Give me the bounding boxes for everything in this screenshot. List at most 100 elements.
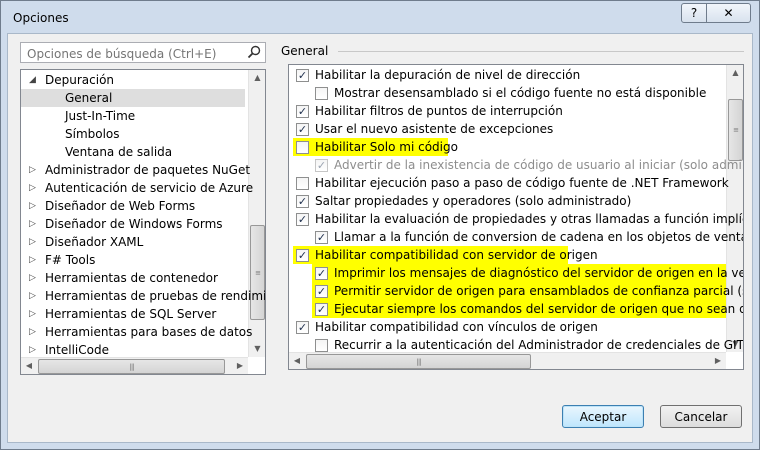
scroll-up-arrow-icon[interactable]: ▲ xyxy=(727,65,743,81)
checkbox-checked[interactable]: ✓ xyxy=(296,213,309,226)
collapsed-arrow-icon[interactable]: ▷ xyxy=(29,179,36,197)
options-vertical-scroll-thumb[interactable]: ≡ xyxy=(728,99,743,161)
search-input[interactable] xyxy=(25,44,239,63)
option-label: Habilitar compatibilidad con servidor de… xyxy=(315,248,598,262)
options-horizontal-scrollbar[interactable]: ◀ ||| ▶ xyxy=(289,352,726,369)
checkbox-unchecked[interactable] xyxy=(296,177,309,190)
checkbox-checked[interactable]: ✓ xyxy=(315,267,328,280)
help-button[interactable]: ? xyxy=(681,3,707,23)
cancel-button[interactable]: Cancelar xyxy=(660,405,742,428)
tree-item[interactable]: ▷ Administrador de paquetes NuGet xyxy=(21,161,250,179)
tree-item[interactable]: ◢ Depuración xyxy=(21,71,245,89)
checkbox-checked[interactable]: ✓ xyxy=(296,321,309,334)
tree-vertical-scrollbar[interactable]: ▲ ≡ ▼ xyxy=(248,70,265,357)
options-horizontal-scroll-thumb[interactable]: ||| xyxy=(306,354,531,369)
checkbox-checked[interactable]: ✓ xyxy=(296,249,309,262)
scroll-right-arrow-icon[interactable]: ▶ xyxy=(232,358,248,374)
search-box[interactable] xyxy=(20,42,266,63)
tree-item[interactable]: Just-In-Time xyxy=(21,107,245,125)
option-label: Llamar a la función de conversion de cad… xyxy=(334,230,744,244)
collapsed-arrow-icon[interactable]: ▷ xyxy=(29,305,36,323)
option-label: Advertir de la inexistencia de código de… xyxy=(334,158,744,172)
tree-item-label: Diseñador XAML xyxy=(45,235,144,249)
tree-item-label: F# Tools xyxy=(45,253,96,267)
tree-item-label: Diseñador de Web Forms xyxy=(45,199,196,213)
tree-item[interactable]: ▷ Herramientas de SQL Server xyxy=(21,305,245,323)
option-label: Habilitar ejecución paso a paso de códig… xyxy=(315,176,729,190)
tree-item-label: Herramientas de pruebas de rendimie xyxy=(45,289,266,303)
tree-item[interactable]: ▷ Herramientas de pruebas de rendimie xyxy=(21,287,265,305)
option-label: Saltar propiedades y operadores (solo ad… xyxy=(315,194,632,208)
checkbox-checked[interactable]: ✓ xyxy=(315,285,328,298)
tree-horizontal-scrollbar[interactable]: ◀ ||| ▶ xyxy=(21,357,248,374)
tree-item-label: Herramientas para bases de datos xyxy=(45,325,253,339)
tree-item[interactable]: ▷ IntelliCode xyxy=(21,341,245,359)
options-panel[interactable]: ▲ ≡ ▼ ◀ ||| ▶ ✓ Habilitar la depuración d… xyxy=(288,64,744,370)
option-label: Ejecutar siempre los comandos del servid… xyxy=(334,302,744,316)
checkbox-checked[interactable]: ✓ xyxy=(296,195,309,208)
close-button[interactable]: ✕ xyxy=(706,3,751,23)
scroll-up-arrow-icon[interactable]: ▲ xyxy=(249,70,265,86)
tree-item[interactable]: General xyxy=(21,89,245,107)
scroll-left-arrow-icon[interactable]: ◀ xyxy=(21,358,37,374)
option-label: Mostrar desensamblado si el código fuent… xyxy=(334,86,707,100)
tree-item-label: IntelliCode xyxy=(45,343,109,357)
scroll-right-arrow-icon[interactable]: ▶ xyxy=(710,353,726,369)
tree-item-label: General xyxy=(65,91,113,105)
tree-item[interactable]: ▷ Autenticación de servicio de Azure xyxy=(21,179,253,197)
collapsed-arrow-icon[interactable]: ▷ xyxy=(29,251,36,269)
checkbox-unchecked[interactable] xyxy=(315,339,328,352)
collapsed-arrow-icon[interactable]: ▷ xyxy=(29,233,36,251)
tree-item[interactable]: Símbolos xyxy=(21,125,245,143)
collapsed-arrow-icon[interactable]: ▷ xyxy=(29,341,36,359)
checkbox-checked[interactable]: ✓ xyxy=(296,69,309,82)
tree-horizontal-scroll-thumb[interactable]: ||| xyxy=(38,359,225,374)
checkbox-checked[interactable]: ✓ xyxy=(315,231,328,244)
option-label: Permitir servidor de origen para ensambl… xyxy=(334,284,744,298)
tree-item[interactable]: ▷ Herramientas para bases de datos xyxy=(21,323,252,341)
collapsed-arrow-icon[interactable]: ▷ xyxy=(29,287,36,305)
checkbox-checked[interactable]: ✓ xyxy=(315,303,328,316)
expanded-arrow-icon[interactable]: ◢ xyxy=(29,71,36,89)
checkbox-checked[interactable]: ✓ xyxy=(296,123,309,136)
option-label: Habilitar la evaluación de propiedades y… xyxy=(315,212,744,226)
section-divider xyxy=(338,51,744,52)
tree-vertical-scroll-thumb[interactable]: ≡ xyxy=(250,225,265,320)
checkbox-checked: ✓ xyxy=(315,159,328,172)
tree-item-label: Just-In-Time xyxy=(65,109,136,123)
tree-item-label: Ventana de salida xyxy=(65,145,173,159)
tree-item[interactable]: ▷ Herramientas de contenedor xyxy=(21,269,245,287)
scroll-left-arrow-icon[interactable]: ◀ xyxy=(289,353,305,369)
option-label: Habilitar filtros de puntos de interrupc… xyxy=(315,104,563,118)
checkbox-unchecked[interactable] xyxy=(315,87,328,100)
tree-item[interactable]: ▷ Diseñador de Windows Forms xyxy=(21,215,245,233)
collapsed-arrow-icon[interactable]: ▷ xyxy=(29,323,36,341)
option-label: Usar el nuevo asistente de excepciones xyxy=(315,122,554,136)
accept-button[interactable]: Aceptar xyxy=(562,405,644,428)
tree-item[interactable]: ▷ F# Tools xyxy=(21,251,245,269)
search-icon[interactable] xyxy=(247,45,261,59)
tree-item[interactable]: ▷ Diseñador XAML xyxy=(21,233,245,251)
dialog-body: ▲ ≡ ▼ ◀ ||| ▶ ◢ Depuración General Just-In-… xyxy=(7,33,753,443)
option-label: Imprimir los mensajes de diagnóstico del… xyxy=(334,266,744,280)
collapsed-arrow-icon[interactable]: ▷ xyxy=(29,197,36,215)
tree-item[interactable]: Ventana de salida xyxy=(21,143,245,161)
tree-item[interactable]: ▷ Diseñador de Web Forms xyxy=(21,197,245,215)
title-bar[interactable]: Opciones ? ✕ xyxy=(1,1,759,33)
tree-item-label: Diseñador de Windows Forms xyxy=(45,217,223,231)
scroll-down-arrow-icon[interactable]: ▼ xyxy=(249,341,265,357)
collapsed-arrow-icon[interactable]: ▷ xyxy=(29,269,36,287)
tree-item-label: Administrador de paquetes NuGet xyxy=(45,163,251,177)
collapsed-arrow-icon[interactable]: ▷ xyxy=(29,215,36,233)
section-title: General xyxy=(281,44,329,58)
checkbox-checked[interactable]: ✓ xyxy=(296,105,309,118)
tree-item-label: Herramientas de SQL Server xyxy=(45,307,217,321)
options-tree[interactable]: ▲ ≡ ▼ ◀ ||| ▶ ◢ Depuración General Just-In-… xyxy=(20,69,266,375)
tree-item-label: Símbolos xyxy=(65,127,120,141)
window-title: Opciones xyxy=(13,11,69,25)
option-label: Habilitar compatibilidad con vínculos de… xyxy=(315,320,598,334)
checkbox-unchecked[interactable] xyxy=(296,141,309,154)
option-label: Habilitar Solo mi código xyxy=(315,140,458,154)
option-label: Recurrir a la autenticación del Administ… xyxy=(334,338,744,352)
collapsed-arrow-icon[interactable]: ▷ xyxy=(29,161,36,179)
